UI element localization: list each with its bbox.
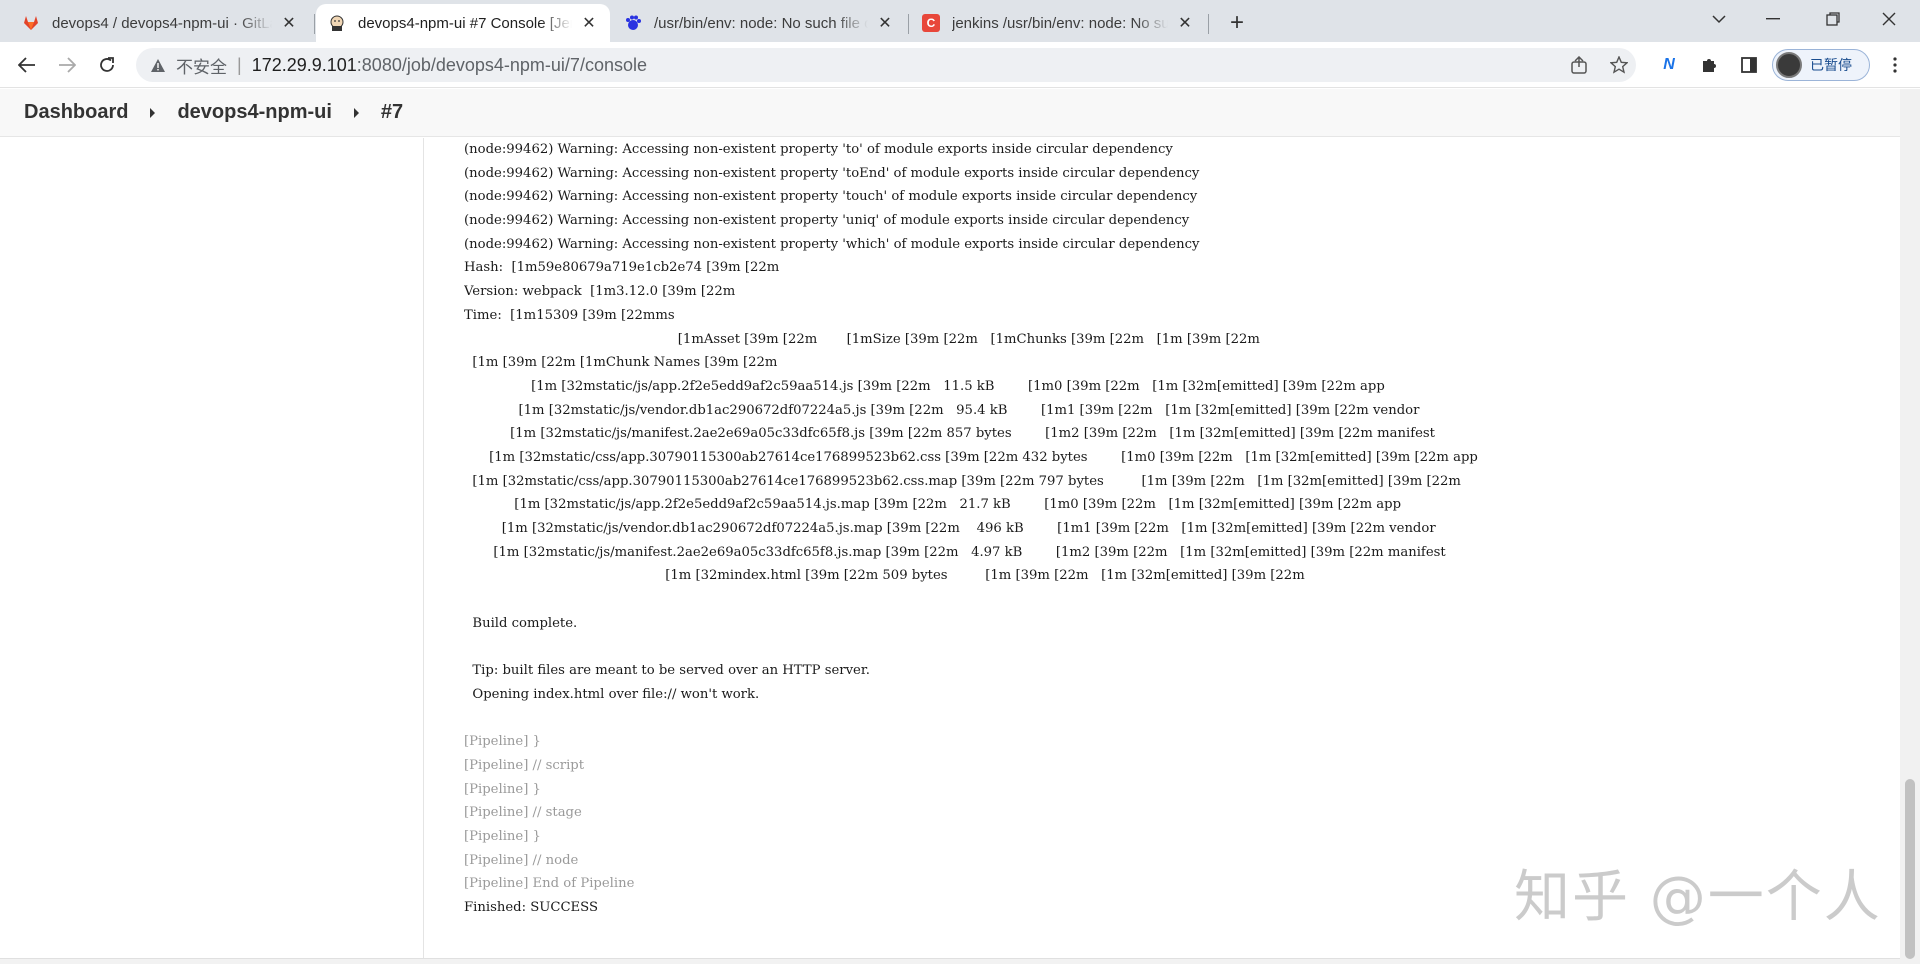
watermark: 知乎 @一个人 [1514, 865, 1882, 930]
console-line: Tip: built files are meant to be served … [464, 663, 870, 679]
close-tab-icon[interactable]: ✕ [876, 14, 894, 32]
tab-csdn[interactable]: C jenkins /usr/bin/env: node: No such fi… [910, 4, 1206, 42]
console-line: Version: webpack [1m3.12.0 [39m [22m [464, 284, 736, 300]
url-path: :8080/job/devops4-npm-ui/7/console [356, 54, 647, 75]
console-line: [1m [32mstatic/js/manifest.2ae2e69a05c33… [464, 426, 1435, 442]
breadcrumb-job[interactable]: devops4-npm-ui [177, 101, 331, 124]
breadcrumb-dashboard[interactable]: Dashboard [24, 101, 128, 124]
console-line: [1m [39m [22m [1mChunk Names [39m [22m [464, 355, 778, 371]
reload-icon[interactable] [92, 50, 122, 80]
warning-triangle-icon [150, 57, 166, 73]
console-line: [1m [32mstatic/js/app.2f2e5edd9af2c59aa5… [464, 497, 1402, 513]
console-line: Opening index.html over file:// won't wo… [464, 686, 760, 702]
breadcrumb-build[interactable]: #7 [381, 101, 403, 124]
browser-toolbar: 不安全 | 172.29.9.101 :8080/job/devops4-npm… [0, 42, 1920, 88]
bookmark-star-icon[interactable] [1604, 50, 1634, 80]
back-arrow-icon[interactable] [12, 50, 42, 80]
console-text: (node:99462) Warning: Accessing non-exis… [464, 138, 1894, 920]
console-line: [Pipeline] // stage [464, 805, 582, 821]
profile-status-label: 已暂停 [1810, 57, 1852, 73]
close-tab-icon[interactable]: ✕ [580, 14, 598, 32]
kebab-menu-icon[interactable] [1880, 50, 1910, 80]
console-line: [Pipeline] // script [464, 757, 585, 773]
url-host: 172.29.9.101 [251, 54, 357, 75]
profile-button[interactable]: 已暂停 [1772, 49, 1870, 81]
close-tab-icon[interactable]: ✕ [1176, 14, 1194, 32]
close-tab-icon[interactable]: ✕ [280, 14, 298, 32]
console-line: [Pipeline] } [464, 734, 541, 750]
breadcrumb-chevron-icon[interactable] [353, 107, 359, 118]
console-line: [1m [32mstatic/js/vendor.db1ac290672df07… [464, 521, 1436, 536]
console-line: [1m [32mstatic/js/manifest.2ae2e69a05c33… [464, 544, 1446, 560]
tab-title: devops4 / devops4-npm-ui · GitLab [52, 14, 272, 32]
console-line: [1m [32mstatic/js/app.2f2e5edd9af2c59aa5… [464, 378, 1385, 394]
tab-divider [314, 14, 315, 34]
page-bottom-edge [0, 958, 1900, 964]
console-line: [1mAsset [39m [22m [1mSize [39m [22m [1m… [464, 331, 1260, 347]
tab-search-chevron-icon[interactable] [1696, 0, 1742, 38]
csdn-icon: C [922, 14, 940, 32]
gitlab-icon [22, 14, 40, 32]
forward-arrow-icon[interactable] [52, 50, 82, 80]
console-line: [Pipeline] } [464, 828, 541, 844]
address-divider: | [237, 54, 242, 75]
side-panel [0, 138, 424, 964]
tab-divider [908, 14, 909, 34]
console-line: [1m [32mstatic/css/app.30790115300ab2761… [464, 449, 1478, 465]
tab-divider [1208, 14, 1209, 34]
scrollbar-thumb[interactable] [1905, 779, 1915, 959]
extensions-puzzle-icon[interactable] [1694, 50, 1724, 80]
console-line: [1m [32mstatic/css/app.30790115300ab2761… [464, 473, 1461, 489]
new-tab-plus-icon[interactable]: + [1222, 8, 1252, 38]
tab-strip: devops4 / devops4-npm-ui · GitLab ✕ devo… [0, 0, 1920, 42]
tab-baidu[interactable]: /usr/bin/env: node: No such file or dire… [612, 4, 906, 42]
share-icon[interactable] [1564, 50, 1594, 80]
console-line: [Pipeline] } [464, 781, 541, 797]
console-line: (node:99462) Warning: Accessing non-exis… [464, 165, 1200, 181]
avatar [1776, 52, 1802, 78]
tab-title: devops4-npm-ui #7 Console [Jenkins] [358, 14, 572, 32]
console-line: (node:99462) Warning: Accessing non-exis… [464, 213, 1190, 229]
scrollbar[interactable] [1900, 89, 1920, 964]
breadcrumb-chevron-icon[interactable] [150, 107, 156, 118]
minimize-window-icon[interactable] [1750, 0, 1796, 38]
side-panel-icon[interactable] [1734, 50, 1764, 80]
console-line: Hash: [1m59e80679a719e1cb2e74 [39m [22m [464, 260, 780, 276]
tab-jenkins-console[interactable]: devops4-npm-ui #7 Console [Jenkins] ✕ [316, 4, 610, 42]
console-line: (node:99462) Warning: Accessing non-exis… [464, 142, 1173, 157]
baidu-icon [624, 14, 642, 32]
jenkins-icon [328, 14, 346, 32]
breadcrumb: Dashboard devops4-npm-ui #7 [0, 89, 1900, 137]
security-label[interactable]: 不安全 [176, 53, 227, 78]
tab-title: /usr/bin/env: node: No such file or dire… [654, 14, 868, 32]
console-line: Time: [1m15309 [39m [22mms [464, 307, 675, 323]
close-window-icon[interactable] [1866, 0, 1912, 38]
tab-gitlab[interactable]: devops4 / devops4-npm-ui · GitLab ✕ [10, 4, 310, 42]
tab-title: jenkins /usr/bin/env: node: No such file [952, 14, 1168, 32]
console-line: (node:99462) Warning: Accessing non-exis… [464, 189, 1198, 205]
console-output: (node:99462) Warning: Accessing non-exis… [464, 138, 1894, 958]
address-bar[interactable]: 不安全 | 172.29.9.101 :8080/job/devops4-npm… [136, 48, 1636, 82]
restore-window-icon[interactable] [1810, 0, 1856, 38]
extension-n-icon[interactable]: N [1654, 50, 1684, 80]
console-line: [1m [32mindex.html [39m [22m 509 bytes [… [464, 568, 1305, 584]
console-line: (node:99462) Warning: Accessing non-exis… [464, 236, 1200, 252]
console-line: [1m [32mstatic/js/vendor.db1ac290672df07… [464, 402, 1420, 418]
console-line: Build complete. [464, 615, 578, 631]
